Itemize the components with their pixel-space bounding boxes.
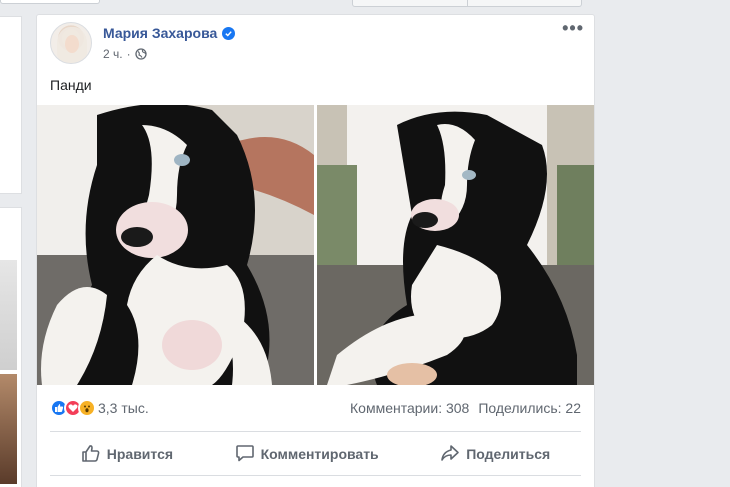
divider	[50, 431, 581, 432]
author-name[interactable]: Мария Захарова	[103, 25, 217, 41]
share-button[interactable]: Поделиться	[430, 439, 560, 470]
post-actions: Нравится Комментировать Поделиться	[50, 439, 581, 469]
post-meta: 2 ч. ·	[103, 47, 147, 61]
post-text: Панди	[50, 77, 92, 93]
globe-icon[interactable]	[134, 48, 147, 60]
reaction-icons	[50, 399, 96, 417]
reactions-summary: 3,3 тыс. Комментарии: 308 Поделились: 22	[50, 397, 581, 419]
divider	[50, 475, 581, 476]
post-photo-1[interactable]	[37, 105, 314, 385]
post-timestamp[interactable]: 2 ч.	[103, 47, 123, 61]
shares-count[interactable]: Поделились: 22	[478, 400, 581, 416]
comment-button[interactable]: Комментировать	[225, 439, 389, 470]
author-avatar[interactable]	[50, 22, 92, 64]
more-dots-icon[interactable]: •••	[562, 19, 584, 37]
left-thumbnail[interactable]	[0, 260, 17, 370]
wow-reaction-icon	[78, 399, 96, 417]
feed-post: Мария Захарова 2 ч. · ••• Панди 3,3 тыс.…	[36, 14, 595, 487]
share-arrow-icon	[440, 443, 460, 466]
top-buttons	[352, 0, 582, 7]
photo-grid	[37, 105, 594, 385]
engagement-counts: Комментарии: 308 Поделились: 22	[350, 400, 581, 416]
comment-bubble-icon	[235, 443, 255, 466]
meta-separator: ·	[126, 47, 131, 61]
left-thumbnail[interactable]	[0, 374, 17, 484]
comment-label: Комментировать	[260, 446, 379, 462]
share-label: Поделиться	[466, 446, 551, 462]
reaction-count: 3,3 тыс.	[98, 400, 149, 416]
comments-count[interactable]: Комментарии: 308	[350, 400, 469, 416]
like-button[interactable]: Нравится	[71, 439, 183, 470]
thumbs-up-icon	[81, 443, 101, 466]
left-column-card	[0, 16, 22, 194]
reaction-count-group[interactable]: 3,3 тыс.	[50, 399, 149, 417]
top-button-1[interactable]	[352, 0, 468, 7]
like-label: Нравится	[106, 446, 174, 462]
post-photo-2[interactable]	[317, 105, 594, 385]
verified-badge-icon	[222, 26, 236, 40]
top-left-control	[0, 0, 100, 4]
top-button-2[interactable]	[467, 0, 582, 7]
author-header: Мария Захарова	[103, 25, 236, 41]
